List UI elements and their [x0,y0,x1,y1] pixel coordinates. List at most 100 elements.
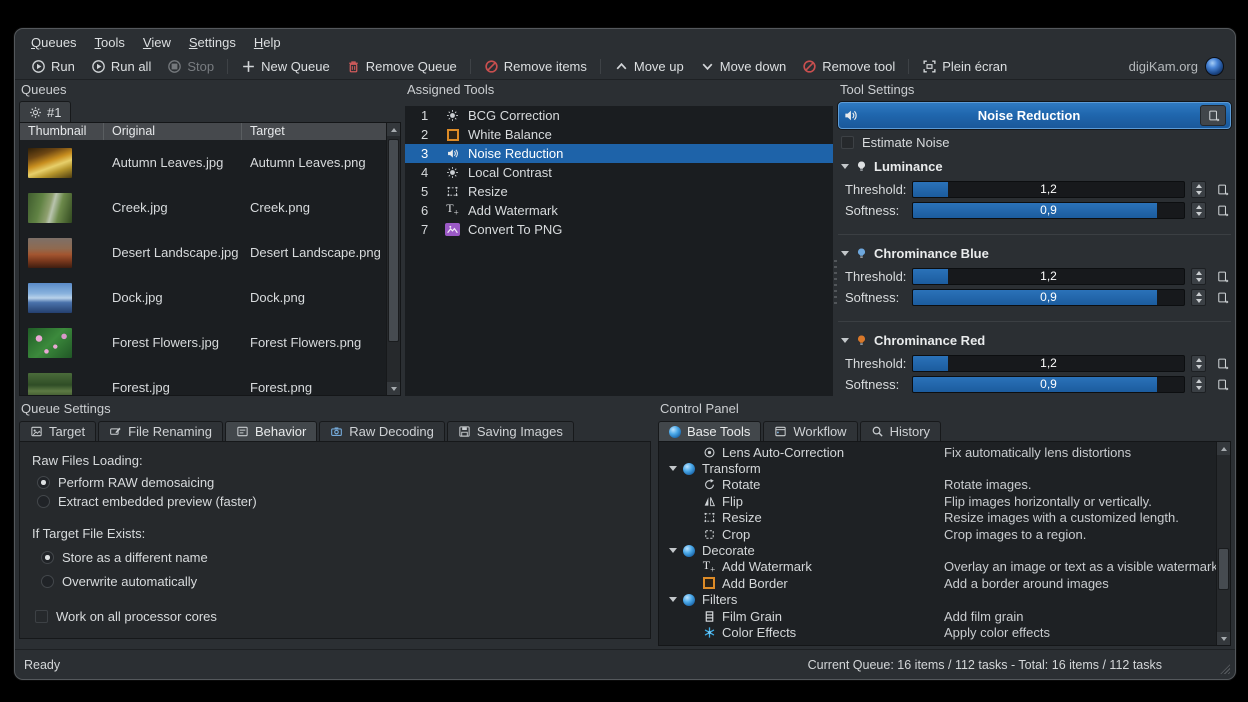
radio-button[interactable] [37,476,50,489]
reset-value-button[interactable] [1213,291,1231,304]
luminance-threshold-slider[interactable]: 1,2 [912,181,1185,198]
window-resize-grip[interactable] [1219,663,1230,674]
tree-row-filters[interactable]: Filters [661,592,1216,608]
chrominance-blue-threshold-slider[interactable]: 1,2 [912,268,1185,285]
tool-settings-menu-button[interactable] [1200,105,1226,126]
toolbar-plein-cran-button[interactable]: Plein écran [914,56,1015,77]
spin-down-icon[interactable] [1196,278,1202,282]
control-panel-tab-workflow[interactable]: Workflow [763,421,857,442]
reset-value-button[interactable] [1213,357,1231,370]
spin-up-icon[interactable] [1196,184,1202,188]
spinbox[interactable] [1191,376,1206,393]
estimate-noise-checkbox[interactable] [841,136,854,149]
toolbar-run-all-button[interactable]: Run all [83,56,159,77]
tree-row-add-border[interactable]: Add BorderAdd a border around images [661,575,1216,591]
radio-button[interactable] [37,495,50,508]
expand-arrow-icon[interactable] [668,466,678,471]
control-panel-scrollbar[interactable] [1216,442,1230,645]
spin-up-icon[interactable] [1196,271,1202,275]
column-header-thumbnail[interactable]: Thumbnail [20,123,104,140]
assigned-tool-add-watermark[interactable]: 6T+Add Watermark [405,201,833,220]
menu-help[interactable]: Help [246,34,289,51]
expand-arrow-icon[interactable] [668,548,678,553]
scroll-down-button[interactable] [1217,632,1230,645]
queue-row-creek-jpg[interactable]: Creek.jpgCreek.png [20,185,400,230]
tree-row-flip[interactable]: FlipFlip images horizontally or vertical… [661,493,1216,509]
reset-value-button[interactable] [1213,183,1231,196]
queue-settings-tab-file-renaming[interactable]: File Renaming [98,421,223,442]
toolbar-move-down-button[interactable]: Move down [692,56,794,77]
queue-row-forest-flowers-jpg[interactable]: Forest Flowers.jpgForest Flowers.png [20,320,400,365]
assigned-tool-local-contrast[interactable]: 4Local Contrast [405,163,833,182]
toolbar-move-up-button[interactable]: Move up [606,56,692,77]
tree-row-crop[interactable]: CropCrop images to a region. [661,526,1216,542]
scroll-up-button[interactable] [1217,442,1230,455]
tree-row-color-effects[interactable]: Color EffectsApply color effects [661,624,1216,640]
column-header-original[interactable]: Original [104,123,242,140]
work-all-cores-checkbox[interactable] [35,610,48,623]
spin-down-icon[interactable] [1196,212,1202,216]
toolbar-stop-button[interactable]: Stop [159,56,222,77]
control-panel-tab-base-tools[interactable]: Base Tools [658,421,761,442]
menu-settings[interactable]: Settings [181,34,244,51]
assigned-tool-white-balance[interactable]: 2White Balance [405,125,833,144]
radio-button[interactable] [41,575,54,588]
spinbox[interactable] [1191,202,1206,219]
queue-row-forest-jpg[interactable]: Forest.jpgForest.png [20,365,400,396]
spinbox[interactable] [1191,355,1206,372]
column-header-target[interactable]: Target [242,123,400,140]
spinbox[interactable] [1191,181,1206,198]
section-header-chrominance-red[interactable]: Chrominance Red [841,333,1231,348]
scroll-thumb[interactable] [388,139,399,342]
reset-value-button[interactable] [1213,378,1231,391]
tree-row-add-watermark[interactable]: T+Add WatermarkOverlay an image or text … [661,559,1216,575]
tree-row-resize[interactable]: ResizeResize images with a customized le… [661,510,1216,526]
toolbar-new-queue-button[interactable]: New Queue [233,56,338,77]
reset-value-button[interactable] [1213,204,1231,217]
radio-button[interactable] [41,551,54,564]
spin-down-icon[interactable] [1196,299,1202,303]
scroll-down-button[interactable] [387,382,400,395]
queues-scrollbar[interactable] [386,123,400,395]
assigned-tool-convert-to-png[interactable]: 7Convert To PNG [405,220,833,239]
chrominance-red-softness-slider[interactable]: 0,9 [912,376,1185,393]
queue-row-desert-landscape-jpg[interactable]: Desert Landscape.jpgDesert Landscape.png [20,230,400,275]
spin-up-icon[interactable] [1196,292,1202,296]
reset-value-button[interactable] [1213,270,1231,283]
chrominance-blue-softness-slider[interactable]: 0,9 [912,289,1185,306]
scroll-thumb[interactable] [1218,548,1229,591]
digikam-brand-link[interactable]: digiKam.org [1129,59,1198,74]
menu-queues[interactable]: Queues [23,34,85,51]
section-header-chrominance-blue[interactable]: Chrominance Blue [841,246,1231,261]
queue-row-autumn-leaves-jpg[interactable]: Autumn Leaves.jpgAutumn Leaves.png [20,140,400,185]
assigned-tool-noise-reduction[interactable]: 3Noise Reduction [405,144,833,163]
toolbar-run-button[interactable]: Run [23,56,83,77]
queue-settings-tab-saving-images[interactable]: Saving Images [447,421,574,442]
section-header-luminance[interactable]: Luminance [841,159,1231,174]
queue-settings-tab-raw-decoding[interactable]: Raw Decoding [319,421,445,442]
tree-row-rotate[interactable]: RotateRotate images. [661,477,1216,493]
spinbox[interactable] [1191,268,1206,285]
menu-view[interactable]: View [135,34,179,51]
menu-tools[interactable]: Tools [87,34,133,51]
queue-settings-tab-behavior[interactable]: Behavior [225,421,317,442]
panel-splitter-handle[interactable] [834,260,837,304]
tree-row-film-grain[interactable]: Film GrainAdd film grain [661,608,1216,624]
scroll-up-button[interactable] [387,123,400,136]
spin-up-icon[interactable] [1196,358,1202,362]
toolbar-remove-tool-button[interactable]: Remove tool [794,56,903,77]
spin-up-icon[interactable] [1196,379,1202,383]
assigned-tool-bcg-correction[interactable]: 1BCG Correction [405,106,833,125]
queue-settings-tab-target[interactable]: Target [19,421,96,442]
tree-row-transform[interactable]: Transform [661,460,1216,476]
expand-arrow-icon[interactable] [668,597,678,602]
spin-down-icon[interactable] [1196,386,1202,390]
tree-row-lens-auto-correction[interactable]: Lens Auto-CorrectionFix automatically le… [661,444,1216,460]
assigned-tool-resize[interactable]: 5Resize [405,182,833,201]
chrominance-red-threshold-slider[interactable]: 1,2 [912,355,1185,372]
spinbox[interactable] [1191,289,1206,306]
control-panel-tab-history[interactable]: History [860,421,941,442]
spin-down-icon[interactable] [1196,365,1202,369]
queue-row-dock-jpg[interactable]: Dock.jpgDock.png [20,275,400,320]
queue-tab-1[interactable]: #1 [19,101,71,122]
